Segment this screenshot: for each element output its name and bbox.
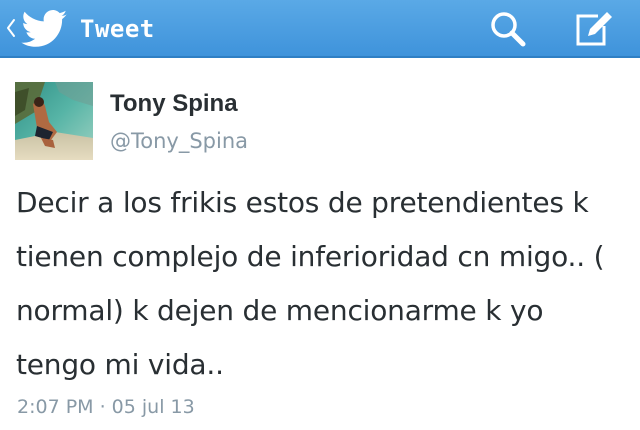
search-icon	[491, 12, 526, 47]
author-handle[interactable]: @Tony_Spina	[110, 127, 248, 155]
tweet-text-line: tengo mi vida..	[16, 348, 224, 381]
compose-icon	[576, 12, 612, 46]
chevron-left-icon[interactable]	[6, 17, 16, 39]
tweet-detail-screen: Tweet Tony Spina @Tony_Spina Decir a los…	[0, 0, 640, 430]
twitter-bird-icon[interactable]	[20, 8, 70, 50]
tweet-text-line: Decir a los frikis estos de pretendiente…	[16, 186, 589, 219]
tweet-text-line: normal) k dejen de mencionarme k yo	[16, 294, 544, 327]
tweet-text-line: tienen complejo de inferioridad cn migo.…	[16, 240, 605, 273]
avatar-photo	[15, 82, 93, 160]
search-button[interactable]	[486, 8, 530, 50]
avatar[interactable]	[15, 82, 93, 160]
action-bar: Tweet	[0, 0, 640, 58]
author-name[interactable]: Tony Spina	[110, 89, 238, 119]
compose-button[interactable]	[572, 8, 616, 50]
screen-title: Tweet	[80, 15, 155, 43]
tweet-text: Decir a los frikis estos de pretendiente…	[16, 176, 628, 392]
tweet-timestamp[interactable]: 2:07 PM · 05 jul 13	[17, 394, 195, 420]
